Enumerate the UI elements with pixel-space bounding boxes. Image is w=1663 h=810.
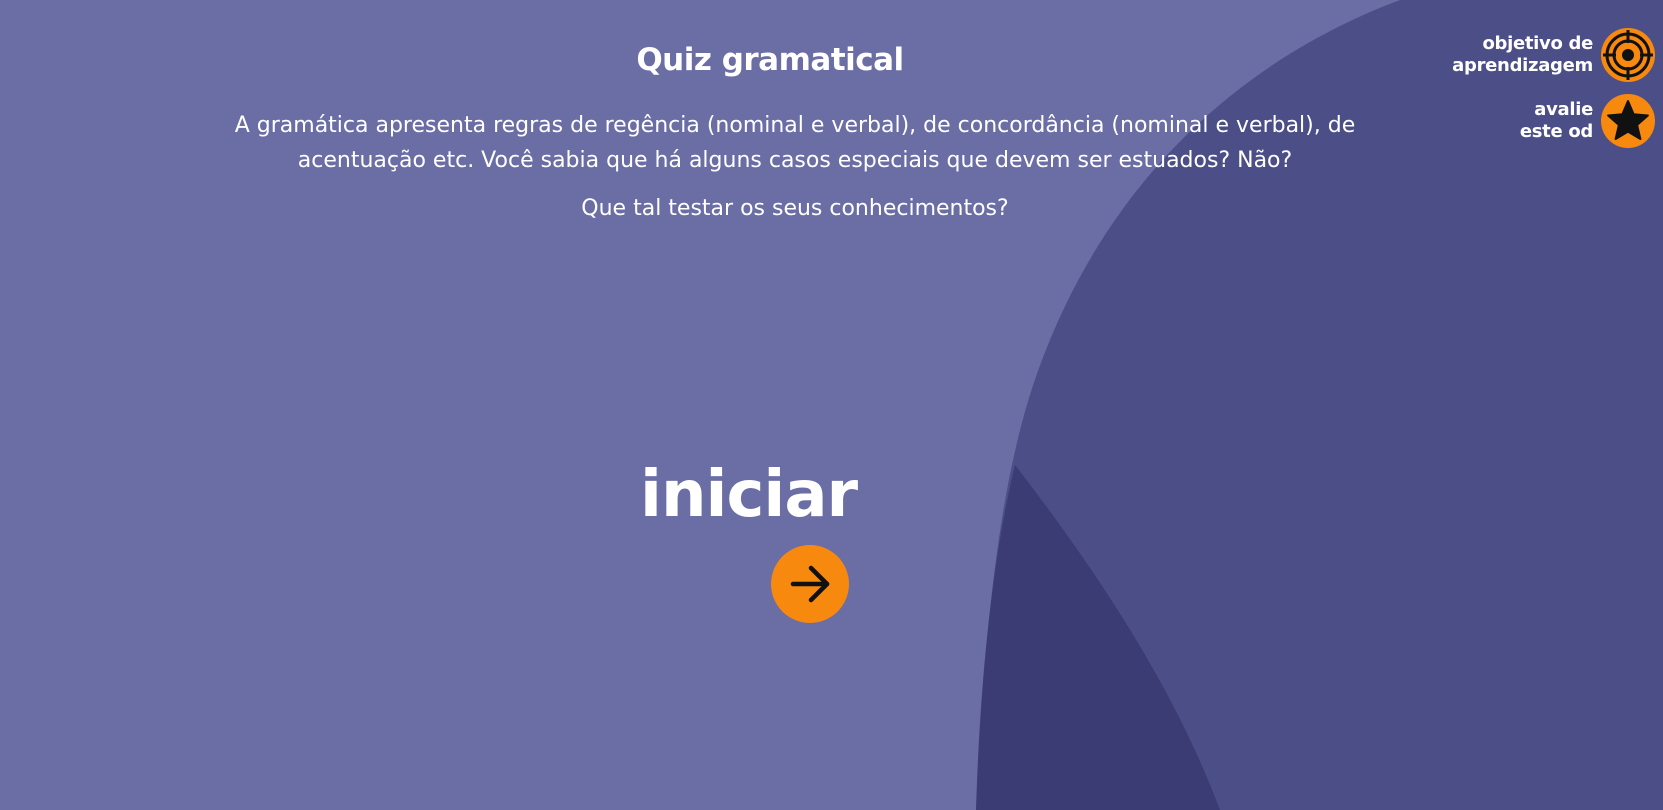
- rate-od-link[interactable]: avalie este od: [1403, 94, 1655, 148]
- side-links: objetivo de aprendizagem avalie este od: [1403, 28, 1663, 148]
- start-label[interactable]: iniciar: [640, 455, 860, 535]
- arrow-right-icon: [790, 565, 830, 603]
- learning-objective-label: objetivo de aprendizagem: [1452, 33, 1593, 77]
- target-icon-graphic: [1603, 30, 1653, 80]
- learning-objective-link[interactable]: objetivo de aprendizagem: [1403, 28, 1655, 82]
- rate-od-line1: avalie: [1534, 99, 1593, 120]
- page-title: Quiz gramatical: [636, 42, 904, 78]
- target-icon[interactable]: [1601, 28, 1655, 82]
- star-icon-graphic: [1607, 100, 1649, 140]
- rate-od-line2: este od: [1519, 121, 1593, 142]
- rate-od-label: avalie este od: [1520, 99, 1593, 143]
- intro-question: Que tal testar os seus conhecimentos?: [581, 196, 1009, 221]
- intro-paragraph: A gramática apresenta regras de regência…: [234, 113, 1356, 173]
- start-button[interactable]: [771, 545, 849, 623]
- star-icon[interactable]: [1601, 94, 1655, 148]
- learning-objective-line2: aprendizagem: [1452, 55, 1593, 76]
- learning-objective-line1: objetivo de: [1482, 33, 1593, 54]
